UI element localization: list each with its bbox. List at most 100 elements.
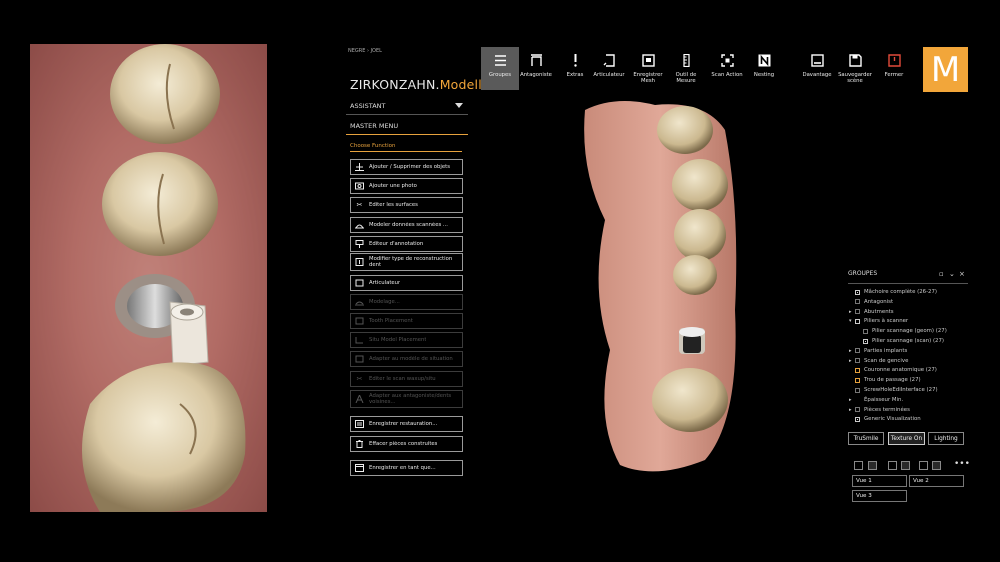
groups-panel-header: GROUPES ▫ ⌄ × bbox=[848, 270, 968, 282]
toolbar-button-5[interactable]: Enregistrer Mesh bbox=[629, 47, 667, 90]
visibility-checkbox[interactable] bbox=[855, 377, 860, 383]
layout-double-icon[interactable] bbox=[888, 461, 897, 470]
function-button-3[interactable]: ✂ Editer les surfaces bbox=[350, 197, 463, 213]
breadcrumb: NEGRE › JOEL bbox=[348, 48, 382, 54]
chevron-down-icon[interactable]: ⌄ bbox=[949, 270, 955, 278]
group-label: Generic Visualization bbox=[864, 416, 921, 423]
group-item[interactable]: Trou de passage (27) bbox=[849, 377, 921, 383]
toolbar-button-1[interactable]: Groupes bbox=[481, 47, 519, 90]
function-button-11[interactable]: Adapter au modèle de situation bbox=[350, 351, 463, 367]
toolbar-button-11[interactable]: Fermer bbox=[875, 47, 913, 90]
toolbar-button-10[interactable]: Sauvegarder scène bbox=[836, 47, 874, 90]
layout-quad-icon[interactable] bbox=[919, 461, 928, 470]
group-item[interactable]: ▾ Piliers à scanner bbox=[849, 318, 908, 324]
function-button-9[interactable]: Tooth Placement bbox=[350, 313, 463, 329]
visibility-checkbox[interactable] bbox=[855, 407, 860, 413]
save-mesh-icon bbox=[641, 53, 655, 67]
layout-single-filled-icon[interactable] bbox=[868, 461, 877, 470]
situ-placement-icon bbox=[355, 336, 364, 344]
layout-double-filled-icon[interactable] bbox=[901, 461, 910, 470]
render-mode-button-3[interactable]: Lighting bbox=[928, 432, 964, 445]
visibility-checkbox[interactable] bbox=[863, 328, 868, 334]
visibility-checkbox[interactable] bbox=[855, 416, 860, 422]
save-restoration-icon bbox=[355, 420, 364, 428]
save-as-icon bbox=[355, 464, 364, 472]
function-button-15[interactable]: Effacer pièces construites bbox=[350, 436, 463, 452]
function-button-10[interactable]: Situ Model Placement bbox=[350, 332, 463, 348]
articulator-icon bbox=[603, 53, 616, 67]
function-button-2[interactable]: Ajouter une photo bbox=[350, 178, 463, 194]
function-label: Ajouter / Supprimer des objets bbox=[369, 164, 450, 170]
view-2[interactable]: Vue 2 bbox=[909, 475, 964, 487]
group-item[interactable]: ▸ Épaisseur Min. bbox=[849, 397, 903, 403]
choose-function-divider bbox=[350, 151, 462, 152]
scissors-icon: ✂ bbox=[356, 201, 363, 209]
group-item[interactable]: ScrewHoleEdiInterface (27) bbox=[849, 387, 938, 393]
function-button-1[interactable]: Ajouter / Supprimer des objets bbox=[350, 159, 463, 175]
toolbar-button-2[interactable]: Antagoniste bbox=[517, 47, 555, 90]
visibility-checkbox[interactable] bbox=[855, 318, 860, 324]
master-menu[interactable]: MASTER MENU bbox=[346, 118, 468, 135]
visibility-checkbox[interactable] bbox=[855, 358, 860, 364]
toolbar-button-4[interactable]: Articulateur bbox=[590, 47, 628, 90]
function-button-12[interactable]: ✂ Editer le scan waxup/situ bbox=[350, 371, 463, 387]
group-label: Parties implants bbox=[864, 347, 908, 354]
function-label: Enregistrer en tant que... bbox=[369, 465, 436, 471]
group-item[interactable]: Pilier scannage (scan) (27) bbox=[857, 338, 944, 344]
chevron-down-icon bbox=[455, 103, 463, 108]
group-item[interactable]: Pilier scannage (geom) (27) bbox=[857, 328, 947, 334]
function-label: Éditeur d'annotation bbox=[369, 241, 424, 247]
view-3[interactable]: Vue 3 bbox=[852, 490, 907, 502]
function-button-6[interactable]: Modifier type de reconstruction dent bbox=[350, 253, 463, 271]
toolbar-button-7[interactable]: Scan Action bbox=[708, 47, 746, 90]
visibility-checkbox[interactable] bbox=[855, 348, 860, 354]
group-label: Pilier scannage (scan) (27) bbox=[872, 338, 945, 344]
toolbar-button-3[interactable]: Extras bbox=[556, 47, 594, 90]
group-item[interactable]: ▸ Abutments bbox=[849, 309, 894, 315]
visibility-checkbox[interactable] bbox=[863, 338, 868, 344]
function-button-8[interactable]: Modelage... bbox=[350, 294, 463, 310]
group-item[interactable]: Mâchoire complète (26-27) bbox=[849, 289, 937, 295]
group-item[interactable]: ▸ Pièces terminées bbox=[849, 407, 910, 413]
group-item[interactable]: ▸ Scan de gencive bbox=[849, 358, 908, 364]
toolbar-button-6[interactable]: Outil de Mesure bbox=[667, 47, 705, 90]
toolbar-label: Enregistrer Mesh bbox=[633, 72, 663, 84]
function-label: Modifier type de reconstruction dent bbox=[369, 256, 453, 268]
visibility-checkbox[interactable] bbox=[855, 289, 860, 295]
function-button-5[interactable]: Éditeur d'annotation bbox=[350, 236, 463, 252]
function-button-7[interactable]: Articulateur bbox=[350, 275, 463, 291]
group-item[interactable]: Generic Visualization bbox=[849, 416, 921, 422]
render-mode-button-2[interactable]: Texture On bbox=[888, 432, 925, 445]
visibility-checkbox[interactable] bbox=[855, 299, 860, 305]
close-icon[interactable]: × bbox=[959, 270, 965, 278]
more-options-icon[interactable]: ••• bbox=[954, 459, 970, 469]
visibility-checkbox[interactable] bbox=[855, 367, 860, 373]
function-button-14[interactable]: Enregistrer restauration... bbox=[350, 416, 463, 432]
toolbar-button-9[interactable]: Davantage bbox=[798, 47, 836, 90]
group-item[interactable]: ▸ Parties implants bbox=[849, 348, 907, 354]
layout-single-icon[interactable] bbox=[854, 461, 863, 470]
assistant-menu[interactable]: ASSISTANT bbox=[346, 98, 468, 115]
visibility-checkbox[interactable] bbox=[855, 387, 860, 393]
scan-viewport[interactable] bbox=[575, 90, 755, 480]
window-icon[interactable]: ▫ bbox=[939, 270, 944, 278]
assistant-label: ASSISTANT bbox=[350, 102, 386, 110]
toolbar-label: Groupes bbox=[488, 72, 512, 78]
toolbar-label: Extras bbox=[566, 72, 584, 78]
function-button-13[interactable]: Adapter aux antagoniste/dents voisines..… bbox=[350, 390, 463, 408]
function-label: Editer le scan waxup/situ bbox=[369, 376, 436, 382]
function-button-4[interactable]: Modeler données scannées ... bbox=[350, 217, 463, 233]
antagonist-icon bbox=[530, 53, 543, 67]
function-button-16[interactable]: Enregistrer en tant que... bbox=[350, 460, 463, 476]
visibility-checkbox[interactable] bbox=[855, 309, 860, 315]
toolbar-label: Outil de Mesure bbox=[675, 72, 697, 84]
render-mode-button-1[interactable]: TruSmile bbox=[848, 432, 884, 445]
view-1[interactable]: Vue 1 bbox=[852, 475, 907, 487]
expand-arrow-icon[interactable]: ▸ bbox=[849, 397, 855, 403]
layout-quad-filled-icon[interactable] bbox=[932, 461, 941, 470]
edit-scan-icon: ✂ bbox=[356, 375, 363, 383]
group-item[interactable]: Antagonist bbox=[849, 299, 893, 305]
group-label: Abutments bbox=[864, 308, 894, 315]
toolbar-button-8[interactable]: Nesting bbox=[745, 47, 783, 90]
group-item[interactable]: Couronne anatomique (27) bbox=[849, 367, 937, 373]
